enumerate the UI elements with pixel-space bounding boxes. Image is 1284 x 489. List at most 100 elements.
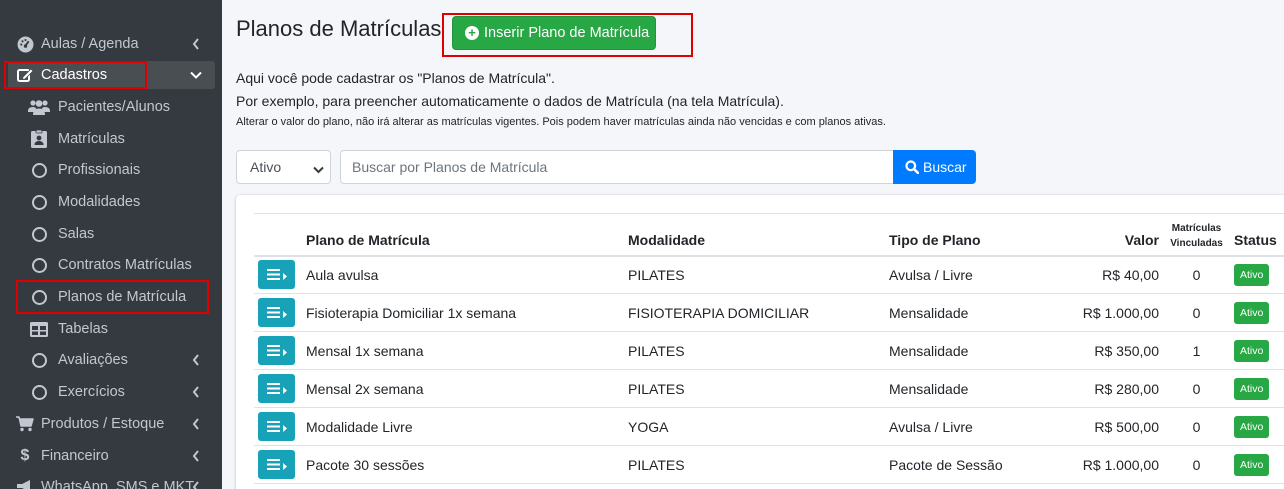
sidebar-item-label: Tabelas bbox=[58, 321, 108, 337]
row-menu-button[interactable] bbox=[258, 412, 295, 441]
cell-vinculadas: 0 bbox=[1159, 445, 1234, 484]
row-menu-button[interactable] bbox=[258, 260, 295, 290]
table-row: Mensal 2x semana PILATES Mensalidade R$ 280… bbox=[254, 369, 1284, 408]
circle-icon bbox=[28, 194, 50, 210]
search-button[interactable]: Buscar bbox=[893, 150, 976, 184]
chevron-left-icon bbox=[189, 352, 203, 368]
sidebar-item-label: Salas bbox=[58, 226, 95, 242]
list-icon bbox=[266, 343, 280, 359]
status-badge: Ativo bbox=[1234, 453, 1270, 476]
chevron-left-icon bbox=[189, 384, 203, 400]
circle-icon bbox=[28, 384, 50, 400]
sidebar-item-produtos-estoque[interactable]: Produtos / Estoque bbox=[8, 410, 215, 438]
status-badge: Ativo bbox=[1234, 301, 1270, 324]
sidebar-item-aulas-agenda[interactable]: Aulas / Agenda bbox=[8, 30, 215, 58]
sidebar-item-whatsapp-sms-mkt[interactable]: WhatsApp, SMS e MKT bbox=[8, 473, 215, 489]
chevron-left-icon bbox=[189, 36, 203, 52]
row-menu-button[interactable] bbox=[258, 298, 295, 327]
cell-modalidade: PILATES bbox=[628, 255, 889, 294]
cell-tipo: Avulsa / Livre bbox=[889, 407, 1044, 446]
sidebar-item-exercicios[interactable]: Exercícios bbox=[8, 378, 215, 406]
sidebar-item-contratos-matriculas[interactable]: Contratos Matrículas bbox=[8, 251, 215, 279]
list-icon bbox=[266, 267, 280, 283]
list-icon bbox=[266, 381, 280, 397]
table-row: Modalidade Livre YOGA Avulsa / Livre R$ 500… bbox=[254, 407, 1284, 446]
chevron-left-icon bbox=[189, 448, 203, 464]
sidebar-item-label: Produtos / Estoque bbox=[41, 416, 165, 432]
edit-icon bbox=[14, 67, 36, 83]
cell-vinculadas: 0 bbox=[1159, 293, 1234, 332]
shopping-cart-icon bbox=[14, 416, 36, 432]
row-menu-button[interactable] bbox=[258, 374, 295, 403]
sidebar-item-salas[interactable]: Salas bbox=[8, 220, 215, 248]
sidebar-item-modalidades[interactable]: Modalidades bbox=[8, 188, 215, 216]
cell-status: Ativo bbox=[1234, 255, 1284, 294]
search-button-label: Buscar bbox=[923, 159, 967, 175]
cell-valor: R$ 1.000,00 bbox=[1044, 293, 1159, 332]
sidebar-item-label: Financeiro bbox=[41, 448, 109, 464]
cell-vinculadas: 0 bbox=[1159, 255, 1234, 294]
cell-modalidade: PILATES bbox=[628, 369, 889, 408]
caret-right-icon bbox=[282, 457, 287, 473]
status-badge: Ativo bbox=[1234, 263, 1270, 286]
status-badge: Ativo bbox=[1234, 377, 1270, 400]
description-note: Alterar o valor do plano, não irá altera… bbox=[236, 116, 886, 128]
row-menu-button[interactable] bbox=[258, 336, 295, 365]
cell-plano: Mensal 1x semana bbox=[306, 331, 628, 370]
cell-vinculadas: 0 bbox=[1159, 407, 1234, 446]
cell-status: Ativo bbox=[1234, 331, 1284, 370]
cell-plano: Fisioterapia Domiciliar 1x semana bbox=[306, 293, 628, 332]
header-actions bbox=[254, 213, 306, 257]
table-header-row: Plano de Matrícula Modalidade Tipo de Pl… bbox=[254, 213, 1284, 257]
header-vinculadas-line2: Vinculadas bbox=[1170, 237, 1223, 249]
chevron-left-icon bbox=[189, 416, 203, 432]
sidebar-item-label: Pacientes/Alunos bbox=[58, 99, 171, 115]
sidebar-item-label: Planos de Matrícula bbox=[58, 289, 187, 305]
cell-modalidade: YOGA bbox=[628, 407, 889, 446]
row-actions-cell bbox=[254, 293, 306, 332]
header-modalidade: Modalidade bbox=[628, 213, 889, 257]
cell-valor: R$ 280,00 bbox=[1044, 369, 1159, 408]
sidebar-item-label: WhatsApp, SMS e MKT bbox=[41, 479, 195, 489]
sidebar-item-financeiro[interactable]: $ Financeiro bbox=[8, 442, 215, 470]
plans-table: Plano de Matrícula Modalidade Tipo de Pl… bbox=[254, 213, 1284, 484]
list-icon bbox=[266, 457, 280, 473]
insert-plan-button[interactable]: + Inserir Plano de Matrícula bbox=[452, 16, 656, 50]
header-tipo: Tipo de Plano bbox=[889, 213, 1044, 257]
status-filter-select[interactable]: Ativo bbox=[236, 150, 331, 184]
cell-plano: Pacote 30 sessões bbox=[306, 445, 628, 484]
sidebar-item-planos-de-matricula[interactable]: Planos de Matrícula bbox=[8, 283, 215, 311]
cell-valor: R$ 500,00 bbox=[1044, 407, 1159, 446]
row-actions-cell bbox=[254, 255, 306, 294]
id-badge-icon bbox=[28, 130, 50, 148]
description-line: Por exemplo, para preencher automaticame… bbox=[236, 93, 784, 109]
sidebar-item-avaliacoes[interactable]: Avaliações bbox=[8, 346, 215, 374]
sidebar-item-label: Avaliações bbox=[58, 352, 128, 368]
table-row: Mensal 1x semana PILATES Mensalidade R$ 350… bbox=[254, 331, 1284, 370]
caret-right-icon bbox=[282, 419, 287, 435]
sidebar-item-label: Cadastros bbox=[41, 67, 108, 83]
sidebar-item-profissionais[interactable]: Profissionais bbox=[8, 156, 215, 184]
row-actions-cell bbox=[254, 369, 306, 408]
cell-status: Ativo bbox=[1234, 369, 1284, 408]
circle-icon bbox=[28, 352, 50, 368]
sidebar-item-pacientes-alunos[interactable]: Pacientes/Alunos bbox=[8, 93, 215, 121]
sidebar-item-cadastros[interactable]: Cadastros bbox=[8, 61, 215, 89]
cell-status: Ativo bbox=[1234, 407, 1284, 446]
users-icon bbox=[28, 99, 50, 115]
search-input[interactable] bbox=[340, 150, 894, 184]
cell-tipo: Avulsa / Livre bbox=[889, 255, 1044, 294]
cell-tipo: Mensalidade bbox=[889, 369, 1044, 408]
table-icon bbox=[28, 321, 50, 337]
search-icon bbox=[905, 160, 919, 174]
insert-plan-label: Inserir Plano de Matrícula bbox=[484, 25, 650, 41]
circle-icon bbox=[28, 289, 50, 305]
sidebar-item-tabelas[interactable]: Tabelas bbox=[8, 315, 215, 343]
cell-valor: R$ 40,00 bbox=[1044, 255, 1159, 294]
chevron-down-icon bbox=[189, 67, 203, 83]
header-status: Status bbox=[1234, 213, 1284, 257]
row-menu-button[interactable] bbox=[258, 450, 295, 479]
tachometer-icon bbox=[14, 36, 36, 53]
sidebar-item-matriculas[interactable]: Matrículas bbox=[8, 125, 215, 153]
sidebar-item-label: Profissionais bbox=[58, 162, 141, 178]
